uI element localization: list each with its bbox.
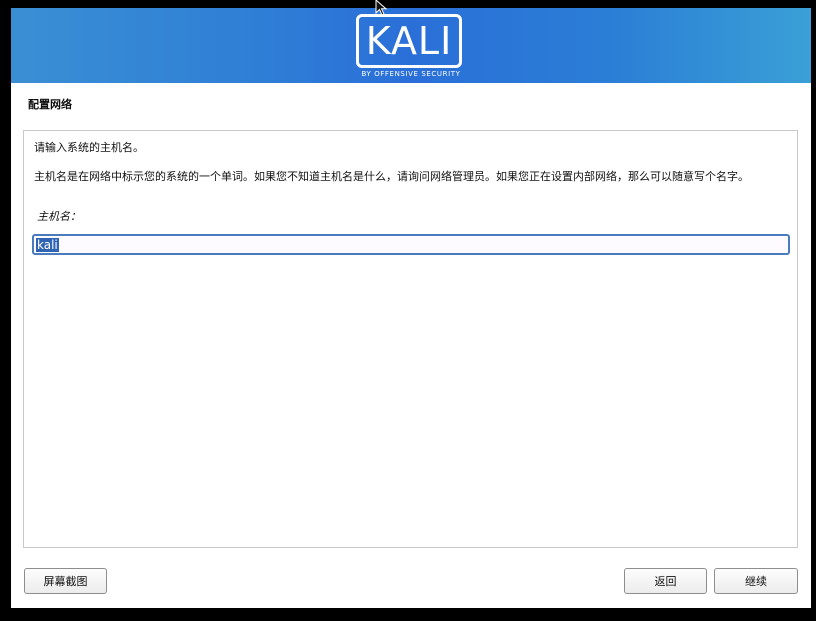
hostname-label: 主机名：	[37, 210, 81, 223]
kali-logo-text: KALI	[365, 19, 453, 63]
hostname-value: kali	[36, 237, 59, 252]
kali-banner: KALI BY OFFENSIVE SECURITY	[11, 8, 811, 83]
hostname-prompt: 请输入系统的主机名。	[34, 141, 144, 154]
hostname-input[interactable]: kali	[32, 234, 790, 255]
screenshot-button[interactable]: 屏幕截图	[24, 568, 107, 594]
kali-logo-subtitle: BY OFFENSIVE SECURITY	[361, 70, 461, 78]
continue-button[interactable]: 继续	[714, 568, 798, 594]
installer-window: KALI BY OFFENSIVE SECURITY 配置网络 请输入系统的主机…	[11, 8, 811, 608]
content-panel: 请输入系统的主机名。 主机名是在网络中标示您的系统的一个单词。如果您不知道主机名…	[23, 130, 798, 548]
kali-logo: KALI	[356, 14, 462, 68]
back-button[interactable]: 返回	[624, 568, 707, 594]
hostname-description: 主机名是在网络中标示您的系统的一个单词。如果您不知道主机名是什么，请询问网络管理…	[34, 170, 749, 183]
mouse-pointer-icon	[375, 0, 388, 16]
page-title: 配置网络	[28, 98, 72, 111]
